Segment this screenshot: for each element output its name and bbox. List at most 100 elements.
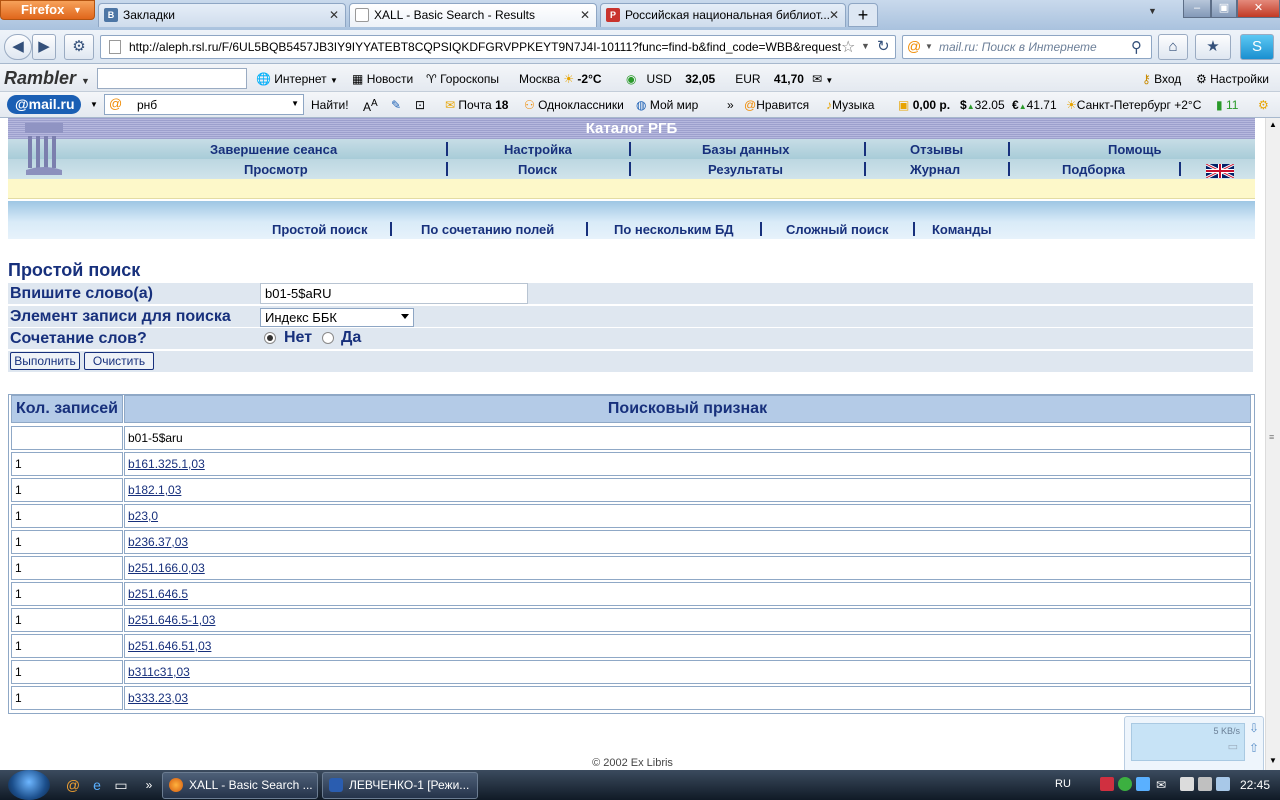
menu-settings[interactable]: Настройка <box>504 142 572 157</box>
tab-list-icon[interactable]: ▼ <box>1148 6 1157 16</box>
more-chevron-icon[interactable]: » <box>727 98 734 112</box>
nav-field-combination[interactable]: По сочетанию полей <box>421 222 554 237</box>
mailru-agent-icon[interactable]: @ <box>64 776 82 794</box>
page-scrollbar[interactable]: ▲ ≡ ▼ <box>1265 118 1280 770</box>
zoom-icon[interactable]: ⊡ <box>415 98 425 112</box>
bookmark-star-icon[interactable]: ☆ <box>841 37 855 57</box>
settings-gear-icon[interactable]: ⚙ <box>1258 98 1269 112</box>
search-term-link[interactable]: b251.166.0,03 <box>128 561 205 575</box>
like-link[interactable]: @Нравится <box>744 98 809 112</box>
submit-button[interactable]: Выполнить <box>10 352 80 370</box>
menu-browse[interactable]: Просмотр <box>244 162 308 177</box>
rambler-search-input[interactable] <box>97 68 247 89</box>
scroll-thumb-grip-icon[interactable]: ≡ <box>1269 432 1274 442</box>
quicklaunch-more-icon[interactable]: » <box>140 776 158 794</box>
ie-icon[interactable]: e <box>88 776 106 794</box>
english-flag-icon[interactable] <box>1206 164 1234 178</box>
language-indicator[interactable]: RU <box>1055 778 1071 790</box>
music-link[interactable]: ♪Музыка <box>826 98 874 112</box>
menu-search[interactable]: Поиск <box>518 162 557 177</box>
search-term-link[interactable]: b251.646.5 <box>128 587 188 601</box>
combo-no-radio[interactable] <box>264 332 276 344</box>
url-text[interactable]: http://aleph.rsl.ru/F/6UL5BQB5457JB3IY9I… <box>129 40 841 54</box>
reload-icon[interactable]: ↻ <box>877 37 890 55</box>
chevron-down-icon[interactable]: ▼ <box>925 42 933 51</box>
icq-tray-icon[interactable] <box>1118 777 1132 791</box>
rambler-internet[interactable]: 🌐 Интернет ▼ <box>256 72 338 86</box>
mail-link[interactable]: ✉ Почта 18 <box>445 98 508 112</box>
skype-button[interactable]: S <box>1240 34 1274 60</box>
new-tab-button[interactable]: + <box>848 3 878 27</box>
search-term-link[interactable]: b333.23,03 <box>128 691 188 705</box>
task-firefox[interactable]: XALL - Basic Search ... <box>162 772 318 799</box>
agent-tray-icon[interactable] <box>1136 777 1150 791</box>
money-link[interactable]: ▣ 0,00 р. <box>898 98 950 112</box>
privacy-button[interactable]: ⚙ <box>64 34 94 60</box>
mailru-search-combo[interactable]: @ рнб ▼ <box>104 94 304 115</box>
opera-tray-icon[interactable] <box>1100 777 1114 791</box>
close-icon[interactable]: ✕ <box>829 4 839 26</box>
mail-tray-icon[interactable]: ✉ <box>1152 776 1170 794</box>
window-close-button[interactable]: ✕ <box>1237 0 1280 18</box>
nav-simple-search[interactable]: Простой поиск <box>272 222 368 237</box>
eur-rate[interactable]: €▲41.71 <box>1012 98 1057 112</box>
close-icon[interactable]: ✕ <box>580 4 590 26</box>
myworld-link[interactable]: ◍ Мой мир <box>636 98 698 112</box>
maximize-button[interactable]: ▣ <box>1211 0 1237 18</box>
start-button[interactable] <box>8 770 50 800</box>
combo-no-label[interactable]: Нет <box>284 329 312 347</box>
download-speed-widget[interactable]: 5 KB/s ▭ ⇩ ⇧ <box>1124 716 1264 770</box>
nav-multi-db[interactable]: По нескольким БД <box>614 222 734 237</box>
find-button[interactable]: Найти! <box>311 98 349 112</box>
search-bar[interactable]: @ ▼ mail.ru: Поиск в Интернете ⚲ <box>902 35 1152 59</box>
search-term-link[interactable]: b161.325.1,03 <box>128 457 205 471</box>
search-icon[interactable]: ⚲ <box>1131 38 1142 56</box>
menu-feedback[interactable]: Отзывы <box>910 142 963 157</box>
tab-rnb[interactable]: Р Российская национальная библиот... ✕ <box>600 3 846 27</box>
rambler-currency[interactable]: ◉ USD 32,05 EUR 41,70 <box>626 72 804 86</box>
menu-history[interactable]: Журнал <box>910 162 960 177</box>
search-term-link[interactable]: b251.646.51,03 <box>128 639 211 653</box>
weather-link[interactable]: ☀Санкт-Петербург +2°C <box>1066 98 1201 112</box>
bookmarks-button[interactable]: ★ <box>1195 34 1231 60</box>
task-word[interactable]: ЛЕВЧЕНКО-1 [Режи... <box>322 772 478 799</box>
firefox-menu-button[interactable]: Firefox ▼ <box>0 0 95 20</box>
menu-help[interactable]: Помощь <box>1108 142 1161 157</box>
menu-end-session[interactable]: Завершение сеанса <box>210 142 337 157</box>
search-input[interactable] <box>260 283 528 304</box>
usd-rate[interactable]: $▲32.05 <box>960 98 1005 112</box>
menu-results[interactable]: Результаты <box>708 162 783 177</box>
minimize-button[interactable]: – <box>1183 0 1211 18</box>
nav-commands[interactable]: Команды <box>932 222 992 237</box>
rambler-logo[interactable]: Rambler ▼ <box>4 68 90 89</box>
show-desktop-icon[interactable]: ▭ <box>112 776 130 794</box>
search-term-link[interactable]: b236.37,03 <box>128 535 188 549</box>
rambler-settings[interactable]: ⚙ Настройки <box>1196 72 1269 86</box>
home-button[interactable]: ⌂ <box>1158 34 1188 60</box>
rambler-mail[interactable]: ✉ ▼ <box>812 72 833 86</box>
dropdown-icon[interactable]: ▼ <box>861 41 870 51</box>
clear-button[interactable]: Очистить <box>84 352 154 370</box>
power-tray-icon[interactable] <box>1216 777 1230 791</box>
mailru-logo[interactable]: @mail.ru <box>7 95 81 114</box>
classmates-link[interactable]: ⚇ Одноклассники <box>524 98 624 112</box>
font-size-icon[interactable]: AA <box>363 98 378 114</box>
nav-advanced-search[interactable]: Сложный поиск <box>786 222 889 237</box>
menu-selection[interactable]: Подборка <box>1062 162 1125 177</box>
forward-button[interactable]: ▶ <box>32 34 56 60</box>
combo-yes-label[interactable]: Да <box>341 329 361 347</box>
url-bar[interactable]: http://aleph.rsl.ru/F/6UL5BQB5457JB3IY9I… <box>100 35 896 59</box>
close-icon[interactable]: ✕ <box>329 4 339 26</box>
rambler-news[interactable]: ▦ Новости <box>352 72 413 86</box>
scroll-up-icon[interactable]: ▲ <box>1269 120 1277 129</box>
search-term-link[interactable]: b182.1,03 <box>128 483 181 497</box>
tab-xall-results[interactable]: XALL - Basic Search - Results ✕ <box>349 3 597 27</box>
combo-yes-radio[interactable] <box>322 332 334 344</box>
menu-databases[interactable]: Базы данных <box>702 142 789 157</box>
traffic-link[interactable]: ▮ 11 <box>1216 98 1238 112</box>
rambler-weather[interactable]: Москва ☀ -2°C <box>519 72 602 86</box>
clock[interactable]: 22:45 <box>1240 778 1270 792</box>
highlight-icon[interactable]: ✎ <box>391 98 401 112</box>
back-button[interactable]: ◀ <box>4 34 32 60</box>
volume-tray-icon[interactable] <box>1198 777 1212 791</box>
